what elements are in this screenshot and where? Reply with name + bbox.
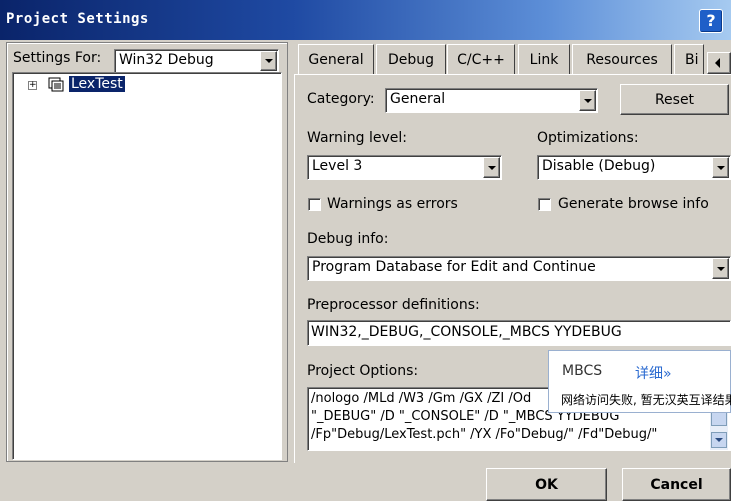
popup-detail-link[interactable]: 详细» xyxy=(635,363,672,383)
title-bar: Project Settings ? xyxy=(0,0,731,40)
debug-info-select[interactable]: Program Database for Edit and Continue xyxy=(307,256,731,281)
ok-button[interactable]: OK xyxy=(486,468,607,501)
expand-icon[interactable]: + xyxy=(28,81,37,90)
window-title: Project Settings xyxy=(6,11,149,27)
popup-term: MBCS xyxy=(562,363,603,379)
project-icon xyxy=(48,77,64,92)
chevron-down-icon[interactable] xyxy=(712,157,729,178)
cancel-button[interactable]: Cancel xyxy=(622,468,731,501)
chevron-down-icon[interactable] xyxy=(579,90,596,111)
tab-general[interactable]: General xyxy=(298,44,374,74)
reset-button[interactable]: Reset xyxy=(620,84,729,115)
chevron-down-icon[interactable] xyxy=(711,432,727,448)
tab-link[interactable]: Link xyxy=(518,44,570,74)
chevron-down-icon[interactable] xyxy=(712,258,729,279)
settings-for-label: Settings For: xyxy=(13,50,102,66)
configuration-select[interactable]: Win32 Debug xyxy=(114,49,279,73)
reset-label: Reset xyxy=(654,92,695,108)
cancel-label: Cancel xyxy=(650,477,703,493)
tab-browse-info[interactable]: Bi xyxy=(674,44,704,74)
generate-browse-info-checkbox[interactable] xyxy=(538,198,551,211)
generate-browse-info-label[interactable]: Generate browse info xyxy=(558,196,709,212)
tab-resources[interactable]: Resources xyxy=(572,44,672,74)
category-label: Category: xyxy=(307,91,375,107)
debug-info-label: Debug info: xyxy=(307,231,389,247)
preprocessor-definitions-input[interactable]: WIN32,_DEBUG,_CONSOLE,_MBCS YYDEBUG xyxy=(307,320,731,346)
optimizations-select[interactable]: Disable (Debug) xyxy=(537,155,731,180)
chevron-down-icon[interactable] xyxy=(260,51,277,71)
project-options-label: Project Options: xyxy=(307,363,419,379)
project-tree[interactable]: + LexTest xyxy=(12,72,282,460)
chevron-down-icon[interactable] xyxy=(483,157,500,178)
optimizations-label: Optimizations: xyxy=(537,130,639,146)
preprocessor-definitions-label: Preprocessor definitions: xyxy=(307,297,480,313)
warnings-as-errors-checkbox[interactable] xyxy=(308,198,321,211)
warnings-as-errors-label[interactable]: Warnings as errors xyxy=(327,196,458,212)
warning-level-label: Warning level: xyxy=(307,130,408,146)
tree-item-lextest[interactable]: LexTest xyxy=(69,76,125,92)
warning-level-select[interactable]: Level 3 xyxy=(307,155,502,180)
help-button[interactable]: ? xyxy=(699,9,723,33)
chevron-left-icon xyxy=(715,58,720,68)
popup-message: 网络访问失败, 暂无汉英互译结果 xyxy=(561,393,731,407)
translation-popup: MBCS 详细» 网络访问失败, 暂无汉英互译结果 xyxy=(548,350,731,413)
category-select[interactable]: General xyxy=(385,88,598,113)
ok-label: OK xyxy=(535,477,558,493)
tab-scroll-left-button[interactable] xyxy=(707,52,731,74)
tab-debug[interactable]: Debug xyxy=(376,44,446,74)
tab-cpp[interactable]: C/C++ xyxy=(447,44,515,74)
debug-info-value: Program Database for Edit and Continue xyxy=(312,259,596,275)
optimizations-value: Disable (Debug) xyxy=(542,158,656,174)
category-value: General xyxy=(390,91,446,107)
warning-level-value: Level 3 xyxy=(312,158,363,174)
configuration-value: Win32 Debug xyxy=(119,52,214,68)
project-options-line: /Fp"Debug/LexTest.pch" /YX /Fo"Debug/" /… xyxy=(311,427,658,442)
